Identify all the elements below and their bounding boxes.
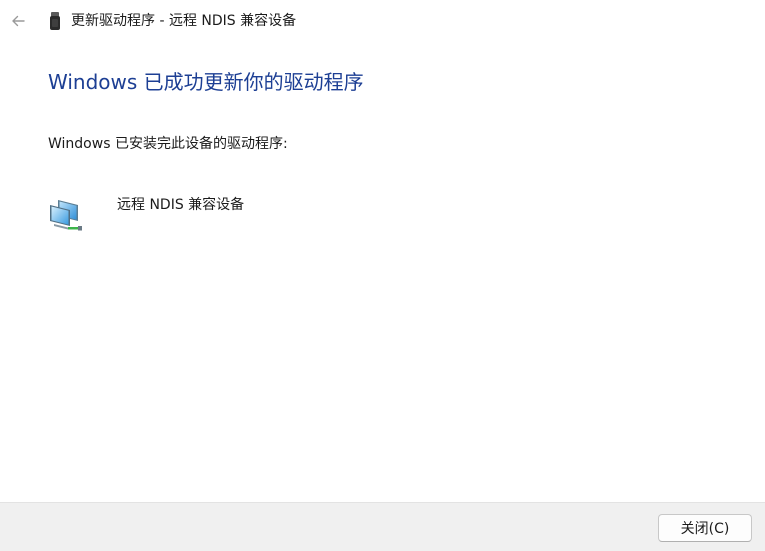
title-bar: 更新驱动程序 - 远程 NDIS 兼容设备 bbox=[0, 0, 765, 42]
usb-device-icon bbox=[50, 12, 60, 30]
window-title: 更新驱动程序 - 远程 NDIS 兼容设备 bbox=[71, 13, 297, 29]
dialog-footer: 关闭(C) bbox=[0, 502, 765, 551]
back-arrow-icon bbox=[12, 15, 25, 27]
network-adapter-icon bbox=[50, 200, 82, 231]
page-title: Windows 已成功更新你的驱动程序 bbox=[48, 70, 364, 94]
close-button[interactable]: 关闭(C) bbox=[658, 514, 752, 542]
driver-update-dialog: 更新驱动程序 - 远程 NDIS 兼容设备 Windows 已成功更新你的驱动程… bbox=[0, 0, 765, 551]
back-button[interactable] bbox=[4, 7, 32, 35]
description-text: Windows 已安装完此设备的驱动程序: bbox=[48, 136, 288, 152]
device-name: 远程 NDIS 兼容设备 bbox=[117, 197, 245, 213]
